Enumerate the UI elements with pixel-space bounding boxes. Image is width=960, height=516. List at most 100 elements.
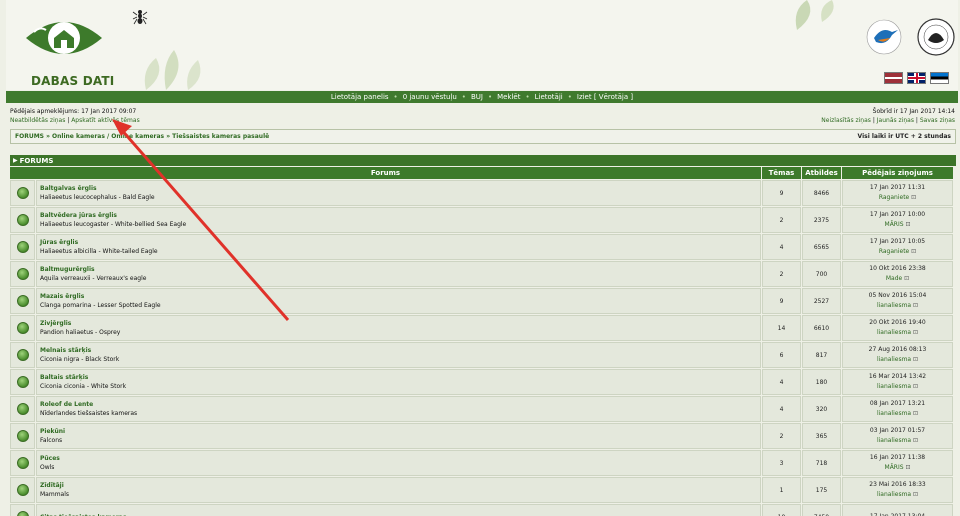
last-post-user-link[interactable]: MĀRIS <box>885 220 911 230</box>
col-header-topics: Tēmas <box>762 167 801 179</box>
forum-name-link[interactable]: Baltmugurērglis <box>40 265 95 274</box>
forum-status-icon <box>16 187 29 199</box>
last-post-user-link[interactable]: Raganiete <box>879 193 916 203</box>
flag-latvian-icon[interactable] <box>884 72 903 84</box>
forum-status-cell <box>10 288 35 314</box>
forum-name-link[interactable]: Roleof de Lente <box>40 400 93 409</box>
flag-estonian-icon[interactable] <box>930 72 949 84</box>
topics-count: 10 <box>762 504 801 516</box>
eye-leaf-logo-icon <box>26 22 102 54</box>
last-post-cell: 03 Jan 2017 01:57 lianaliesma <box>842 423 953 449</box>
category-header[interactable]: ▶ FORUMS <box>10 155 956 166</box>
forum-name-link[interactable]: Baltvēdera jūras ērglis <box>40 211 117 220</box>
nav-messages[interactable]: 0 jaunu vēstuļu <box>403 93 457 101</box>
category-title: FORUMS <box>19 156 54 165</box>
forum-name-link[interactable]: Citas tiešsaistes kameras <box>40 513 126 516</box>
nav-search[interactable]: Meklēt <box>497 93 520 101</box>
replies-count: 700 <box>802 261 841 287</box>
forum-status-icon <box>16 376 29 388</box>
forum-name-link[interactable]: Zivjērglis <box>40 319 71 328</box>
last-post-cell: 17 Jan 2017 10:05 Raganiete <box>842 234 953 260</box>
forum-name-link[interactable]: Melnais stārķis <box>40 346 91 355</box>
nav-user-panel[interactable]: Lietotāja panelis <box>331 93 389 101</box>
last-post-user-link[interactable]: lianaliesma <box>877 436 918 446</box>
forum-status-icon <box>16 349 29 361</box>
last-post-date: 17 Jan 2017 10:00 <box>869 211 926 218</box>
last-post-user-link[interactable]: Raganiete <box>879 247 916 257</box>
forum-name-cell: Baltmugurērglis Aquila verreauxii - Verr… <box>36 261 761 287</box>
unread-posts-link[interactable]: Neizlasītās ziņas <box>821 117 871 124</box>
last-post-user-link[interactable]: lianaliesma <box>877 328 918 338</box>
kingfisher-partner-logo-icon[interactable] <box>864 18 904 56</box>
forum-name-link[interactable]: Mazais ērglis <box>40 292 84 301</box>
forum-status-cell <box>10 261 35 287</box>
replies-count: 2375 <box>802 207 841 233</box>
table-row: Roleof de Lente Nīderlandes tiešsaistes … <box>10 396 956 422</box>
forum-status-icon <box>16 295 29 307</box>
nav-members[interactable]: Lietotāji <box>535 93 563 101</box>
nature-fund-logo-icon[interactable] <box>914 16 958 58</box>
forum-name-cell: Melnais stārķis Ciconia nigra - Black St… <box>36 342 761 368</box>
table-row: Baltvēdera jūras ērglis Haliaeetus leuco… <box>10 207 956 233</box>
last-post-user-link[interactable]: lianaliesma <box>877 301 918 311</box>
forum-name-cell: Zivjērglis Pandion haliaetus - Osprey <box>36 315 761 341</box>
breadcrumb-path[interactable]: FORUMS » Online kameras / Online kameras… <box>15 133 269 140</box>
unanswered-posts-link[interactable]: Neatbildētās ziņas <box>10 117 65 124</box>
table-row: Jūras ērglis Haliaeetus albicilla - Whit… <box>10 234 956 260</box>
table-row: Baltmugurērglis Aquila verreauxii - Verr… <box>10 261 956 287</box>
forum-name-link[interactable]: Zīdītāji <box>40 481 64 490</box>
forum-description: Mammals <box>40 491 70 498</box>
last-post-user-link[interactable]: lianaliesma <box>877 382 918 392</box>
forum-status-cell <box>10 504 35 516</box>
last-post-date: 17 Jan 2017 13:04 <box>870 512 925 516</box>
site-header: DABAS DATI <box>6 0 958 90</box>
topics-count: 1 <box>762 477 801 503</box>
last-post-user-link[interactable]: Made <box>886 274 909 284</box>
forum-name-cell: Pūces Owls <box>36 450 761 476</box>
forum-name-link[interactable]: Pūces <box>40 454 60 463</box>
topics-count: 4 <box>762 234 801 260</box>
last-post-user-link[interactable]: lianaliesma <box>877 355 918 365</box>
forum-name-link[interactable]: Piekūni <box>40 427 65 436</box>
last-post-user-link[interactable]: MĀRIS <box>885 463 911 473</box>
language-flags <box>884 72 949 84</box>
forum-name-link[interactable]: Baltgalvas ērglis <box>40 184 97 193</box>
forum-name-cell: Mazais ērglis Clanga pomarina - Lesser S… <box>36 288 761 314</box>
last-post-cell: 17 Jan 2017 10:00 MĀRIS <box>842 207 953 233</box>
forum-status-cell <box>10 396 35 422</box>
own-posts-link[interactable]: Savas ziņas <box>920 117 955 124</box>
table-row: Baltgalvas ērglis Haliaeetus leucocephal… <box>10 180 956 206</box>
forum-name-link[interactable]: Jūras ērglis <box>40 238 78 247</box>
forum-name-cell: Piekūni Falcons <box>36 423 761 449</box>
topics-count: 9 <box>762 180 801 206</box>
col-header-forum: Forums <box>10 167 761 179</box>
forum-description: Ciconia nigra - Black Stork <box>40 356 120 363</box>
forum-status-cell <box>10 234 35 260</box>
last-post-user-link[interactable]: lianaliesma <box>877 409 918 419</box>
site-logo[interactable]: DABAS DATI <box>24 12 116 88</box>
forum-name-cell: Citas tiešsaistes kameras <box>36 504 761 516</box>
forum-name-link[interactable]: Baltais stārķis <box>40 373 88 382</box>
new-posts-link[interactable]: Jaunās ziņas <box>877 117 914 124</box>
forum-table: ▶ FORUMS Forums Tēmas Atbildes Pēdējais … <box>10 155 956 516</box>
nav-faq[interactable]: BUJ <box>471 93 483 101</box>
forum-description: Nīderlandes tiešsaistes kameras <box>40 410 138 417</box>
topics-count: 2 <box>762 207 801 233</box>
forum-status-icon <box>16 457 29 469</box>
topics-count: 14 <box>762 315 801 341</box>
top-navigation: Lietotāja panelis • 0 jaunu vēstuļu • BUJ •… <box>6 91 958 103</box>
table-row: Mazais ērglis Clanga pomarina - Lesser S… <box>10 288 956 314</box>
last-post-user-link[interactable]: lianaliesma <box>877 490 918 500</box>
forum-description: Falcons <box>40 437 63 444</box>
flag-uk-icon[interactable] <box>907 72 926 84</box>
last-post-cell: 16 Mar 2014 13:42 lianaliesma <box>842 369 953 395</box>
forum-description: Aquila verreauxii - Verreaux's eagle <box>40 275 147 282</box>
last-visit-text: Pēdējais apmeklējums: 17 Jan 2017 09:07 <box>10 108 137 115</box>
active-topics-link[interactable]: Apskatīt aktīvās tēmas <box>71 117 140 124</box>
last-post-cell: 17 Jan 2017 11:31 Raganiete <box>842 180 953 206</box>
last-post-cell: 20 Okt 2016 19:40 lianaliesma <box>842 315 953 341</box>
table-row: Zivjērglis Pandion haliaetus - Osprey 14… <box>10 315 956 341</box>
nav-logout[interactable]: Iziet [ Vērotāja ] <box>577 93 633 101</box>
last-post-date: 05 Nov 2016 15:04 <box>868 292 927 299</box>
forum-description: Haliaeetus leucogaster - White-bellied S… <box>40 221 187 228</box>
